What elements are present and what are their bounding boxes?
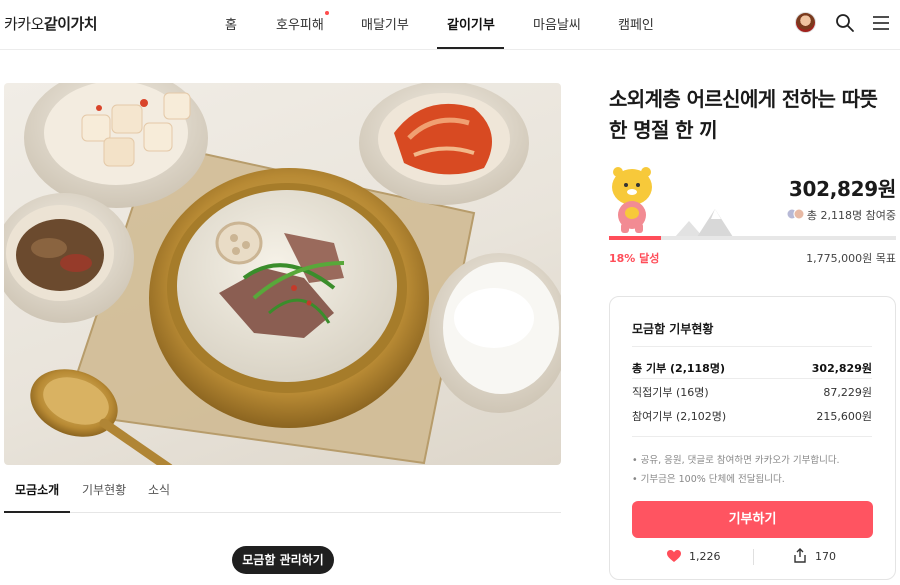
participant-avatars-icon: [786, 208, 805, 220]
heart-icon[interactable]: [667, 550, 681, 563]
total-donation-value: 302,829원: [811, 362, 872, 375]
campaign-title: 소외계층 어르신에게 전하는 따뜻한 명절 한 끼: [609, 87, 878, 142]
status-card-divider-top: [632, 346, 872, 347]
nav-active-underline: [437, 47, 504, 49]
raised-amount: 302,829원: [788, 177, 896, 201]
tab-campaign-intro[interactable]: 모금소개: [15, 481, 59, 498]
nav-mind-weather[interactable]: 마음날씨: [533, 14, 581, 33]
total-donation-label: 총 기부 (2,118명): [632, 362, 725, 375]
nav-home[interactable]: 홈: [225, 14, 237, 33]
footer-divider: [753, 549, 754, 565]
progress-percent-label: 18% 달성: [609, 252, 660, 265]
participants-count: 총 2,118명 참여중: [806, 209, 896, 222]
status-card-divider-bottom: [632, 436, 872, 437]
kakao-gachi-logo[interactable]: 카카오같이가치: [4, 13, 98, 34]
participation-donation-value: 215,600원: [816, 410, 872, 423]
participation-donation-label: 참여기부 (2,102명): [632, 410, 727, 423]
like-count: 1,226: [689, 550, 721, 563]
info-note-full-delivery: • 기부금은 100% 단체에 전달됩니다.: [632, 474, 785, 485]
status-row-divider: [632, 378, 872, 379]
progress-fill: [609, 236, 661, 240]
tab-active-underline: [4, 511, 70, 513]
ryan-mascot-illustration: [612, 167, 652, 233]
tab-news[interactable]: 소식: [148, 481, 170, 498]
goal-amount: 1,775,000원 목표: [806, 252, 896, 265]
new-badge-dot: [325, 11, 329, 15]
share-icon[interactable]: [793, 548, 807, 563]
nav-monthly-giving[interactable]: 매달기부: [361, 14, 409, 33]
menu-icon[interactable]: [870, 12, 892, 34]
nav-together-giving[interactable]: 같이기부: [447, 14, 495, 33]
nav-flood-relief[interactable]: 호우피해: [276, 14, 324, 33]
top-header: 카카오같이가치 홈 호우피해 매달기부 같이기부 마음날씨 캠페인: [0, 0, 900, 50]
share-count: 170: [815, 550, 836, 563]
tabs-divider: [4, 512, 561, 513]
user-avatar[interactable]: [795, 12, 816, 33]
mountain-illustration: [675, 209, 733, 237]
direct-donation-label: 직접기부 (16명): [632, 386, 709, 399]
tab-donation-status[interactable]: 기부현황: [82, 481, 126, 498]
manage-fundraiser-button[interactable]: 모금함 관리하기: [232, 546, 334, 574]
nav-campaign[interactable]: 캠페인: [618, 14, 654, 33]
status-card-title: 모금함 기부현황: [632, 322, 714, 336]
info-note-participation: • 공유, 응원, 댓글로 참여하면 카카오가 기부합니다.: [632, 455, 840, 466]
search-icon[interactable]: [834, 12, 856, 34]
logo-text-gachi: 같이가치: [43, 15, 98, 33]
campaign-hero-image: [4, 83, 561, 465]
korean-meal-photo: [4, 83, 561, 465]
donate-button[interactable]: 기부하기: [632, 501, 873, 538]
logo-text-kakao: 카카오: [4, 15, 44, 33]
direct-donation-value: 87,229원: [823, 386, 872, 399]
